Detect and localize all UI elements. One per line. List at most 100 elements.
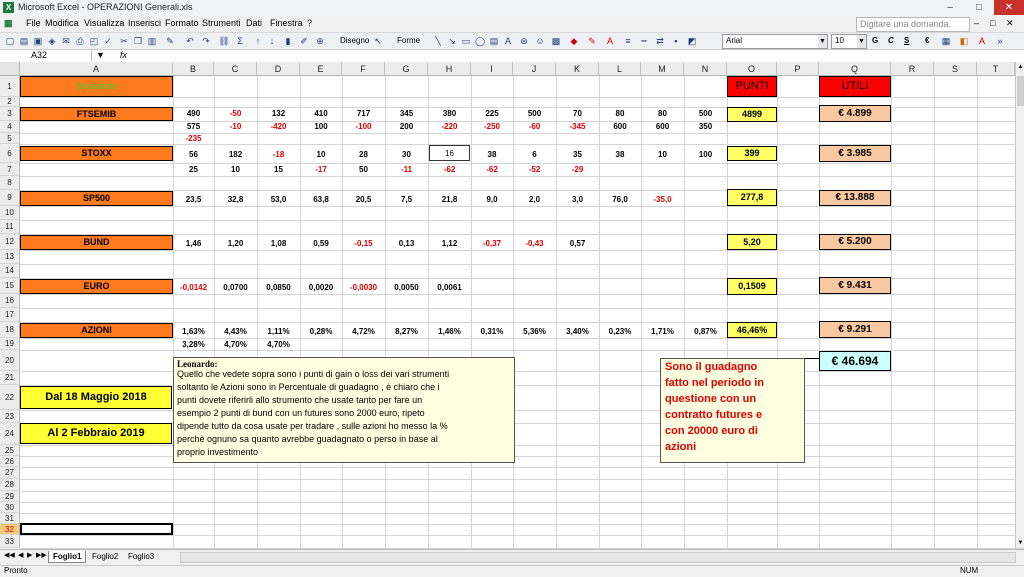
format-painter-icon[interactable]: ✎ (164, 35, 176, 47)
tab-foglio2[interactable]: Foglio2 (88, 551, 122, 562)
column-header-d[interactable]: D (257, 62, 300, 76)
font-color-icon[interactable]: A (604, 35, 616, 47)
row-header-20[interactable]: 20 (0, 350, 20, 371)
draw-menu[interactable]: Disegno (340, 36, 369, 45)
underline-button[interactable]: S (904, 36, 909, 45)
first-sheet-icon[interactable]: ◀◀ (4, 551, 15, 559)
value-cell[interactable]: 25 (173, 165, 214, 174)
name-box[interactable]: A32 (1, 50, 92, 61)
currency-button[interactable]: € (925, 36, 929, 45)
row-header-14[interactable]: 14 (0, 264, 20, 278)
row-header-21[interactable]: 21 (0, 371, 20, 385)
instrument-euro[interactable]: EURO (20, 279, 173, 294)
menu-visualizza[interactable]: Visualizza (84, 18, 124, 28)
value-cell[interactable]: 600 (599, 122, 641, 131)
total-utili[interactable]: € 46.694 (819, 351, 891, 371)
date-to[interactable]: Al 2 Febbraio 2019 (20, 423, 172, 444)
value-cell[interactable]: -0,37 (471, 239, 513, 248)
row-header-31[interactable]: 31 (0, 513, 20, 524)
row-header-33[interactable]: 33 (0, 535, 20, 548)
minimize-button[interactable]: – (936, 0, 964, 15)
highlight-icon[interactable]: ◧ (958, 35, 970, 47)
prev-sheet-icon[interactable]: ◀ (18, 551, 23, 559)
redo-icon[interactable]: ↷ (200, 35, 212, 47)
menu-formato[interactable]: Formato (165, 18, 199, 28)
value-cell[interactable]: 1,46 (173, 239, 214, 248)
doc-minimize-button[interactable]: – (974, 18, 979, 28)
row-header-26[interactable]: 26 (0, 456, 20, 467)
wordart-icon[interactable]: A (502, 35, 514, 47)
value-cell[interactable]: -0,43 (513, 239, 556, 248)
arrow-style-icon[interactable]: ⇄ (654, 35, 666, 47)
rectangle-icon[interactable]: ▭ (460, 35, 472, 47)
value-cell[interactable]: 0,0020 (300, 283, 342, 292)
row-header-22[interactable]: 22 (0, 385, 20, 410)
value-cell[interactable]: -345 (556, 122, 599, 131)
value-cell[interactable]: 717 (342, 109, 385, 118)
value-cell[interactable]: -250 (471, 122, 513, 131)
preview-icon[interactable]: ◰ (88, 35, 100, 47)
tab-foglio3[interactable]: Foglio3 (124, 551, 158, 562)
value-cell[interactable]: 10 (641, 150, 684, 159)
value-cell[interactable]: 80 (641, 109, 684, 118)
column-header-j[interactable]: J (513, 62, 556, 76)
doc-close-button[interactable]: ✕ (1006, 18, 1014, 29)
text-color-icon[interactable]: A (976, 35, 988, 47)
row-header-28[interactable]: 28 (0, 479, 20, 491)
value-cell[interactable]: 500 (513, 109, 556, 118)
row-header-25[interactable]: 25 (0, 445, 20, 456)
row-header-7[interactable]: 7 (0, 163, 20, 176)
clipart-icon[interactable]: ☺ (534, 35, 546, 47)
column-header-i[interactable]: I (471, 62, 513, 76)
workbook-icon[interactable]: ▦ (4, 18, 13, 29)
column-header-t[interactable]: T (977, 62, 1015, 76)
row-header-24[interactable]: 24 (0, 423, 20, 445)
value-cell[interactable]: 50 (342, 165, 385, 174)
help-search-input[interactable]: Digitare una domanda. (856, 17, 970, 32)
shapes-menu[interactable]: Forme (397, 36, 420, 45)
value-cell[interactable]: 350 (684, 122, 727, 131)
value-cell[interactable]: -62 (428, 165, 471, 174)
close-button[interactable]: ✕ (994, 0, 1024, 15)
value-cell[interactable]: 2,0 (513, 195, 556, 204)
toolbar-options-icon[interactable]: » (994, 35, 1006, 47)
scroll-down-icon[interactable]: ▼ (1016, 538, 1024, 548)
row-header-29[interactable]: 29 (0, 491, 20, 502)
instrument-sp500[interactable]: SP500 (20, 191, 173, 206)
tab-foglio1[interactable]: Foglio1 (48, 551, 87, 563)
row-header-18[interactable]: 18 (0, 322, 20, 338)
menu-finestra[interactable]: Finestra (270, 18, 303, 28)
value-cell[interactable]: -420 (257, 122, 300, 131)
value-cell[interactable]: 0,23% (599, 327, 641, 336)
last-sheet-icon[interactable]: ▶▶ (36, 551, 47, 559)
utili-stoxx[interactable]: € 3.985 (819, 145, 891, 162)
value-cell[interactable]: -17 (300, 165, 342, 174)
value-cell[interactable]: 132 (257, 109, 300, 118)
column-header-n[interactable]: N (684, 62, 727, 76)
value-cell[interactable]: 225 (471, 109, 513, 118)
instrument-stoxx[interactable]: STOXX (20, 146, 173, 161)
menu-help[interactable]: ? (307, 18, 312, 28)
function-icon[interactable]: fx (120, 50, 127, 60)
value-cell[interactable]: -220 (428, 122, 471, 131)
value-cell[interactable]: 76,0 (599, 195, 641, 204)
row-header-17[interactable]: 17 (0, 308, 20, 322)
row-header-9[interactable]: 9 (0, 190, 20, 206)
column-header-q[interactable]: Q (819, 62, 891, 76)
value-cell[interactable]: 63,8 (300, 195, 342, 204)
column-header-r[interactable]: R (891, 62, 934, 76)
value-cell[interactable]: 4,70% (257, 340, 300, 349)
column-header-b[interactable]: B (173, 62, 214, 76)
column-header-p[interactable]: P (777, 62, 819, 76)
menu-inserisci[interactable]: Inserisci (128, 18, 161, 28)
value-cell[interactable]: 23,5 (173, 195, 214, 204)
value-cell[interactable]: 345 (385, 109, 428, 118)
row-header-1[interactable]: 1 (0, 76, 20, 97)
value-cell[interactable]: 182 (214, 150, 257, 159)
row-header-27[interactable]: 27 (0, 467, 20, 479)
bold-button[interactable]: G (872, 36, 878, 45)
3d-icon[interactable]: ◩ (686, 35, 698, 47)
horizontal-scrollbar[interactable] (180, 552, 1016, 563)
drawing-icon[interactable]: ✐ (298, 35, 310, 47)
row-header-11[interactable]: 11 (0, 220, 20, 234)
